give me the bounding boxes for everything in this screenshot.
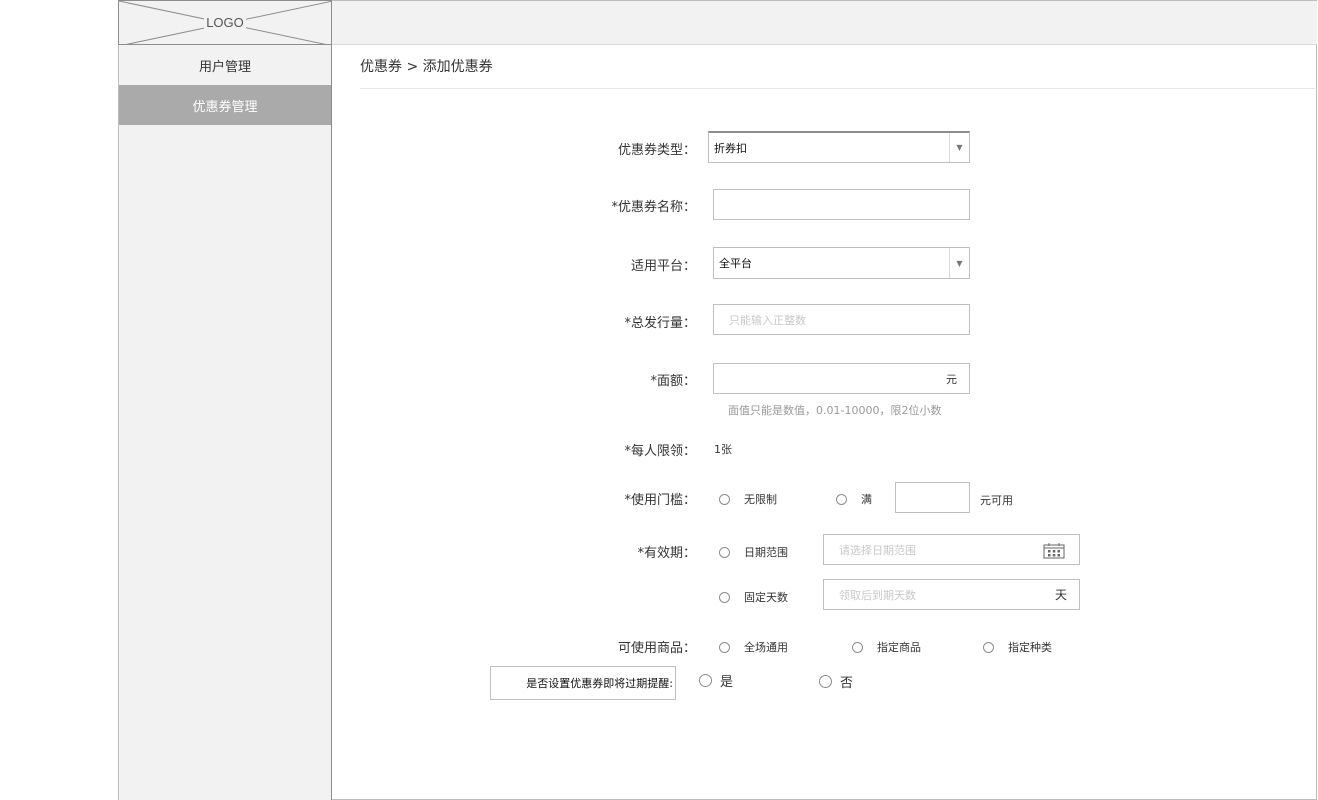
coupon-type-label: 优惠券类型：: [617, 143, 696, 158]
coupon-type-select[interactable]: 折券扣 ▼: [708, 131, 970, 163]
validity-label: *有效期：: [637, 546, 696, 561]
coupon-name-label: *优惠券名称：: [611, 200, 696, 215]
face-value-label: *面额：: [650, 374, 696, 389]
radio-circle[interactable]: [983, 641, 994, 653]
per-person-value: 1张: [714, 443, 732, 456]
radio-label: 满: [861, 493, 872, 506]
goods-category-radio[interactable]: 指定种类: [983, 639, 1052, 655]
coupon-name-input[interactable]: [713, 189, 970, 220]
radio-label: 全场通用: [744, 641, 788, 654]
face-value-unit: 元: [946, 372, 957, 386]
goods-all-radio[interactable]: 全场通用: [719, 639, 788, 655]
reminder-no-radio[interactable]: 否: [819, 672, 853, 691]
sidebar-item-label: 优惠券管理: [192, 99, 258, 115]
platform-select[interactable]: 全平台 ▼: [713, 247, 970, 279]
radio-circle[interactable]: [719, 591, 730, 603]
threshold-unlimited-radio[interactable]: 无限制: [719, 491, 777, 507]
top-bar: [332, 0, 1317, 45]
threshold-label: *使用门槛：: [624, 493, 696, 508]
sidebar-item-coupon-management[interactable]: 优惠券管理: [119, 85, 331, 125]
total-issue-label: *总发行量：: [624, 316, 696, 331]
coupon-type-value: 折券扣: [714, 141, 747, 155]
face-value-hint: 面值只能是数值，0.01-10000，限2位小数: [728, 404, 942, 417]
sidebar-item-user-management[interactable]: 用户管理: [119, 45, 331, 85]
chevron-down-icon[interactable]: ▼: [949, 133, 969, 162]
face-value-input[interactable]: 元: [713, 363, 970, 394]
threshold-unit: 元可用: [980, 494, 1013, 507]
radio-label: 指定商品: [877, 641, 921, 654]
radio-circle[interactable]: [719, 641, 730, 653]
per-person-label: *每人限领：: [624, 444, 696, 459]
platform-value: 全平台: [719, 257, 752, 270]
sidebar: 用户管理 优惠券管理: [118, 45, 332, 800]
fixed-days-placeholder: 领取后到期天数: [839, 588, 916, 602]
radio-circle[interactable]: [819, 675, 832, 688]
radio-circle[interactable]: [719, 493, 730, 505]
breadcrumb: 优惠券 > 添加优惠券: [360, 59, 493, 75]
total-issue-placeholder: 只能输入正整数: [729, 313, 806, 327]
radio-label: 无限制: [744, 493, 777, 506]
date-range-placeholder: 请选择日期范围: [839, 543, 916, 557]
goods-label: 可使用商品：: [617, 641, 696, 656]
reminder-label: 是否设置优惠券即将过期提醒:: [490, 666, 676, 700]
radio-label: 是: [720, 675, 734, 690]
validity-fixed-days-radio[interactable]: 固定天数: [719, 589, 788, 605]
radio-label: 固定天数: [744, 591, 788, 604]
total-issue-input[interactable]: 只能输入正整数: [713, 304, 970, 335]
logo-text: LOGO: [204, 15, 246, 30]
calendar-icon[interactable]: [1043, 543, 1065, 559]
radio-circle[interactable]: [719, 546, 730, 558]
validity-date-range-radio[interactable]: 日期范围: [719, 544, 788, 560]
radio-label: 指定种类: [1008, 641, 1052, 654]
sidebar-item-label: 用户管理: [198, 59, 251, 75]
platform-label: 适用平台：: [630, 259, 696, 274]
reminder-yes-radio[interactable]: 是: [699, 671, 733, 690]
threshold-amount-input[interactable]: [895, 482, 970, 513]
breadcrumb-divider: [360, 88, 1315, 89]
chevron-down-icon[interactable]: ▼: [949, 248, 969, 278]
radio-circle[interactable]: [699, 674, 712, 687]
radio-label: 否: [840, 676, 854, 691]
radio-circle[interactable]: [852, 641, 863, 653]
date-range-input[interactable]: 请选择日期范围: [823, 534, 1080, 565]
radio-circle[interactable]: [836, 493, 847, 505]
radio-label: 日期范围: [744, 546, 788, 559]
threshold-full-radio[interactable]: 满: [836, 491, 872, 507]
fixed-days-input[interactable]: 领取后到期天数 天: [823, 579, 1080, 610]
logo: LOGO: [118, 0, 332, 45]
goods-specific-radio[interactable]: 指定商品: [852, 639, 921, 655]
fixed-days-unit: 天: [1054, 588, 1067, 602]
